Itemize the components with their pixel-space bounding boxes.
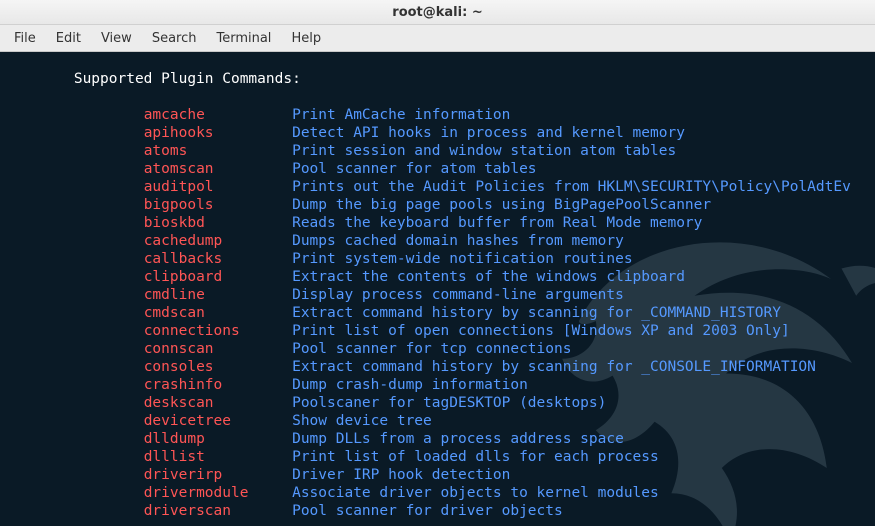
plugin-desc: Associate driver objects to kernel modul… — [292, 485, 659, 501]
plugin-name: connections — [144, 323, 292, 339]
plugin-desc: Display process command-line arguments — [292, 287, 624, 303]
window-titlebar: root@kali: ~ — [0, 0, 875, 25]
menu-item-terminal[interactable]: Terminal — [206, 27, 281, 50]
plugin-name: driverirp — [144, 467, 292, 483]
plugin-name: deskscan — [144, 395, 292, 411]
plugin-name: clipboard — [144, 269, 292, 285]
plugin-desc: Pool scanner for driver objects — [292, 503, 563, 519]
plugin-row: dlllist Print list of loaded dlls for ea… — [4, 448, 871, 466]
plugin-desc: Dumps cached domain hashes from memory — [292, 233, 624, 249]
plugin-name: consoles — [144, 359, 292, 375]
plugin-name: bigpools — [144, 197, 292, 213]
plugin-name: auditpol — [144, 179, 292, 195]
plugin-desc: Show device tree — [292, 413, 432, 429]
plugin-row: crashinfo Dump crash-dump information — [4, 376, 871, 394]
plugin-row: deskscan Poolscaner for tagDESKTOP (desk… — [4, 394, 871, 412]
plugin-desc: Print system-wide notification routines — [292, 251, 632, 267]
plugin-desc: Print list of open connections [Windows … — [292, 323, 790, 339]
menu-item-view[interactable]: View — [91, 27, 142, 50]
plugin-desc: Prints out the Audit Policies from HKLM\… — [292, 179, 851, 195]
plugin-desc: Dump the big page pools using BigPagePoo… — [292, 197, 711, 213]
plugin-name: crashinfo — [144, 377, 292, 393]
plugin-row: devicetree Show device tree — [4, 412, 871, 430]
plugin-desc: Driver IRP hook detection — [292, 467, 510, 483]
plugin-row: atomscan Pool scanner for atom tables — [4, 160, 871, 178]
window-title: root@kali: ~ — [392, 5, 482, 20]
plugin-row: apihooks Detect API hooks in process and… — [4, 124, 871, 142]
plugin-desc: Print list of loaded dlls for each proce… — [292, 449, 659, 465]
plugin-desc: Poolscaner for tagDESKTOP (desktops) — [292, 395, 606, 411]
plugin-name: dlldump — [144, 431, 292, 447]
plugin-desc: Pool scanner for atom tables — [292, 161, 536, 177]
plugin-row: clipboard Extract the contents of the wi… — [4, 268, 871, 286]
plugin-row: atoms Print session and window station a… — [4, 142, 871, 160]
plugin-name: dlllist — [144, 449, 292, 465]
plugin-name: atoms — [144, 143, 292, 159]
blank-line — [4, 88, 871, 106]
plugin-desc: Reads the keyboard buffer from Real Mode… — [292, 215, 702, 231]
plugin-name: amcache — [144, 107, 292, 123]
plugin-row: auditpol Prints out the Audit Policies f… — [4, 178, 871, 196]
plugin-name: devicetree — [144, 413, 292, 429]
plugin-row: dlldump Dump DLLs from a process address… — [4, 430, 871, 448]
plugin-desc: Print AmCache information — [292, 107, 510, 123]
menu-item-edit[interactable]: Edit — [46, 27, 91, 50]
plugin-row: bigpools Dump the big page pools using B… — [4, 196, 871, 214]
plugin-desc: Dump DLLs from a process address space — [292, 431, 624, 447]
plugin-name: atomscan — [144, 161, 292, 177]
menubar: FileEditViewSearchTerminalHelp — [0, 25, 875, 52]
plugin-row: drivermodule Associate driver objects to… — [4, 484, 871, 502]
plugin-name: cachedump — [144, 233, 292, 249]
plugin-row: driverscan Pool scanner for driver objec… — [4, 502, 871, 520]
plugin-name: cmdline — [144, 287, 292, 303]
plugin-row: callbacks Print system-wide notification… — [4, 250, 871, 268]
plugin-row: cachedump Dumps cached domain hashes fro… — [4, 232, 871, 250]
menu-item-search[interactable]: Search — [142, 27, 207, 50]
plugin-name: driverscan — [144, 503, 292, 519]
plugin-row: amcache Print AmCache information — [4, 106, 871, 124]
plugin-row: bioskbd Reads the keyboard buffer from R… — [4, 214, 871, 232]
plugin-desc: Extract command history by scanning for … — [292, 359, 816, 375]
menu-item-file[interactable]: File — [4, 27, 46, 50]
plugin-name: apihooks — [144, 125, 292, 141]
plugin-row: driverirp Driver IRP hook detection — [4, 466, 871, 484]
plugin-name: connscan — [144, 341, 292, 357]
plugin-row: connections Print list of open connectio… — [4, 322, 871, 340]
plugin-name: cmdscan — [144, 305, 292, 321]
plugin-name: drivermodule — [144, 485, 292, 501]
plugin-row: cmdscan Extract command history by scann… — [4, 304, 871, 322]
plugin-desc: Extract the contents of the windows clip… — [292, 269, 685, 285]
plugin-name: bioskbd — [144, 215, 292, 231]
terminal-area[interactable]: Supported Plugin Commands: amcache Print… — [0, 52, 875, 526]
plugin-desc: Extract command history by scanning for … — [292, 305, 781, 321]
plugin-desc: Detect API hooks in process and kernel m… — [292, 125, 685, 141]
plugin-header-line: Supported Plugin Commands: — [4, 70, 871, 88]
plugin-desc: Dump crash-dump information — [292, 377, 528, 393]
menu-item-help[interactable]: Help — [281, 27, 331, 50]
plugin-row: consoles Extract command history by scan… — [4, 358, 871, 376]
plugin-desc: Print session and window station atom ta… — [292, 143, 676, 159]
plugin-desc: Pool scanner for tcp connections — [292, 341, 571, 357]
plugin-row: cmdline Display process command-line arg… — [4, 286, 871, 304]
plugin-name: callbacks — [144, 251, 292, 267]
terminal-output: Supported Plugin Commands: amcache Print… — [4, 70, 871, 520]
plugin-row: connscan Pool scanner for tcp connection… — [4, 340, 871, 358]
